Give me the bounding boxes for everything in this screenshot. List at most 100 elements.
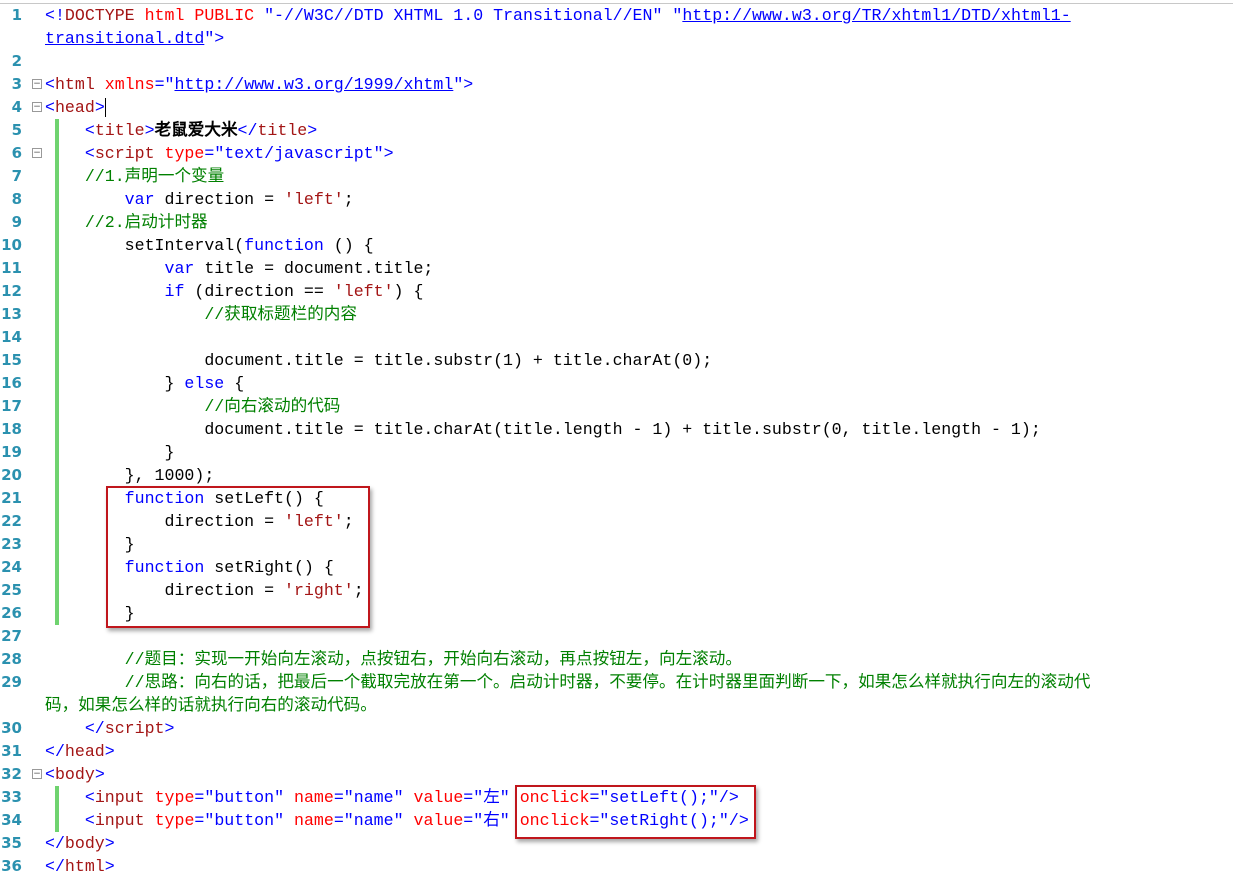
code-line[interactable]: 29 //思路：向右的话，把最后一个截取完放在第一个。启动计时器，不要停。在计时… bbox=[0, 671, 1233, 694]
code-line[interactable]: 36 </html> bbox=[0, 855, 1233, 878]
code-line[interactable]: 33 <input type="button" name="name" valu… bbox=[0, 786, 1233, 809]
code-line[interactable]: 5 <title>老鼠爱大米</title> bbox=[0, 119, 1233, 142]
line-number: 26 bbox=[1, 604, 22, 622]
token-url[interactable]: http://www.w3.org/1999/xhtml bbox=[174, 75, 453, 94]
code-line[interactable]: 4− <head> bbox=[0, 96, 1233, 119]
code-line[interactable]: 35 </body> bbox=[0, 832, 1233, 855]
token-an: type bbox=[144, 788, 195, 807]
token-p bbox=[45, 282, 165, 301]
code-line[interactable]: 28 //题目：实现一开始向左滚动，点按钮右，开始向右滚动，再点按钮左，向左滚动… bbox=[0, 648, 1233, 671]
code-line[interactable]: 22 direction = 'left'; bbox=[0, 510, 1233, 533]
collapse-icon[interactable]: − bbox=[32, 102, 42, 112]
code-text: //思路：向右的话，把最后一个截取完放在第一个。启动计时器，不要停。在计时器里面… bbox=[45, 671, 1091, 694]
code-line[interactable]: 10 setInterval(function () { bbox=[0, 234, 1233, 257]
line-number: 13 bbox=[1, 305, 22, 323]
code-text: <title>老鼠爱大米</title> bbox=[45, 119, 317, 142]
code-line[interactable]: 12 if (direction == 'left') { bbox=[0, 280, 1233, 303]
line-number: 14 bbox=[1, 328, 22, 346]
code-line[interactable]: 2 bbox=[0, 50, 1233, 73]
token-s: 'right' bbox=[284, 581, 354, 600]
token-an: onclick bbox=[509, 811, 590, 830]
code-line[interactable]: 31 </head> bbox=[0, 740, 1233, 763]
token-t: > bbox=[104, 742, 115, 761]
code-editor[interactable]: 1 <!DOCTYPE html PUBLIC "-//W3C//DTD XHTM… bbox=[0, 3, 1233, 878]
token-tn: body bbox=[54, 765, 95, 784]
line-number: 31 bbox=[1, 742, 22, 760]
collapse-icon[interactable]: − bbox=[32, 79, 42, 89]
token-t: > bbox=[164, 719, 175, 738]
token-t: </ bbox=[237, 121, 258, 140]
token-p: direction = bbox=[45, 512, 284, 531]
token-an: name bbox=[284, 788, 334, 807]
code-text: </html> bbox=[45, 855, 115, 878]
code-line-wrap[interactable]: 码，如果怎么样的话就执行向右的滚动代码。 bbox=[0, 694, 1233, 717]
line-number: 17 bbox=[1, 397, 22, 415]
code-text: <body> bbox=[45, 763, 105, 786]
code-line[interactable]: 18 document.title = title.charAt(title.l… bbox=[0, 418, 1233, 441]
token-tn: html bbox=[64, 857, 105, 876]
code-line[interactable]: 20 }, 1000); bbox=[0, 464, 1233, 487]
token-t: /> bbox=[728, 811, 749, 830]
token-tn: head bbox=[54, 98, 95, 117]
code-line[interactable]: 21 function setLeft() { bbox=[0, 487, 1233, 510]
token-c: //2.启动计时器 bbox=[84, 213, 208, 232]
code-line[interactable]: 11 var title = document.title; bbox=[0, 257, 1233, 280]
token-c: 码，如果怎么样的话就执行向右的滚动代码。 bbox=[45, 696, 377, 715]
token-p bbox=[45, 788, 85, 807]
code-text: function setLeft() { bbox=[45, 487, 324, 510]
code-line[interactable]: 14 bbox=[0, 326, 1233, 349]
code-line[interactable]: 25 direction = 'right'; bbox=[0, 579, 1233, 602]
token-kw: else bbox=[184, 374, 225, 393]
token-p: } bbox=[45, 535, 135, 554]
line-number: 11 bbox=[1, 259, 22, 277]
token-an: value bbox=[403, 788, 464, 807]
token-t: </ bbox=[45, 834, 65, 853]
code-line[interactable]: 19 } bbox=[0, 441, 1233, 464]
code-line[interactable]: 34 <input type="button" name="name" valu… bbox=[0, 809, 1233, 832]
token-kw: function bbox=[124, 489, 205, 508]
code-line[interactable]: 32− <body> bbox=[0, 763, 1233, 786]
code-text: function setRight() { bbox=[45, 556, 334, 579]
change-marker bbox=[55, 326, 59, 349]
token-p: setInterval( bbox=[45, 236, 245, 255]
code-line[interactable]: 7 //1.声明一个变量 bbox=[0, 165, 1233, 188]
token-t: </ bbox=[84, 719, 105, 738]
code-line[interactable]: 9 //2.启动计时器 bbox=[0, 211, 1233, 234]
code-line[interactable]: 27 bbox=[0, 625, 1233, 648]
code-line[interactable]: 15 document.title = title.substr(1) + ti… bbox=[0, 349, 1233, 372]
token-p: }, 1000); bbox=[45, 466, 215, 485]
line-number: 29 bbox=[1, 673, 22, 691]
token-p bbox=[45, 650, 125, 669]
token-t: > bbox=[104, 857, 115, 876]
token-p: title = document.title; bbox=[194, 259, 434, 278]
line-number: 15 bbox=[1, 351, 22, 369]
code-line[interactable]: 30 </script> bbox=[0, 717, 1233, 740]
collapse-icon[interactable]: − bbox=[32, 148, 42, 158]
code-line[interactable]: 1 <!DOCTYPE html PUBLIC "-//W3C//DTD XHTM… bbox=[0, 4, 1233, 27]
token-url[interactable]: transitional.dtd bbox=[45, 29, 204, 48]
code-text: </head> bbox=[45, 740, 115, 763]
code-line[interactable]: 3− <html xmlns="http://www.w3.org/1999/xh… bbox=[0, 73, 1233, 96]
line-number: 16 bbox=[1, 374, 22, 392]
collapse-icon[interactable]: − bbox=[32, 769, 42, 779]
code-text: direction = 'left'; bbox=[45, 510, 353, 533]
code-line[interactable]: 13 //获取标题栏的内容 bbox=[0, 303, 1233, 326]
code-line[interactable]: 26 } bbox=[0, 602, 1233, 625]
token-t: > bbox=[144, 121, 155, 140]
line-number: 34 bbox=[1, 811, 22, 829]
code-line[interactable]: 23 } bbox=[0, 533, 1233, 556]
code-line[interactable]: 8 var direction = 'left'; bbox=[0, 188, 1233, 211]
code-line[interactable]: 17 //向右滚动的代码 bbox=[0, 395, 1233, 418]
code-line[interactable]: 24 function setRight() { bbox=[0, 556, 1233, 579]
token-c: //题目：实现一开始向左滚动，点按钮右，开始向右滚动，再点按钮左，向左滚动。 bbox=[124, 650, 742, 669]
code-line[interactable]: 6− <script type="text/javascript"> bbox=[0, 142, 1233, 165]
line-number: 27 bbox=[1, 627, 22, 645]
code-text: if (direction == 'left') { bbox=[45, 280, 424, 303]
code-line-wrap[interactable]: transitional.dtd"> bbox=[0, 27, 1233, 50]
code-line[interactable]: 16 } else { bbox=[0, 372, 1233, 395]
line-number: 28 bbox=[1, 650, 22, 668]
token-url[interactable]: http://www.w3.org/TR/xhtml1/DTD/xhtml1- bbox=[682, 6, 1070, 25]
token-t: > bbox=[94, 765, 105, 784]
line-number: 2 bbox=[11, 52, 22, 70]
token-av: " bbox=[453, 75, 464, 94]
